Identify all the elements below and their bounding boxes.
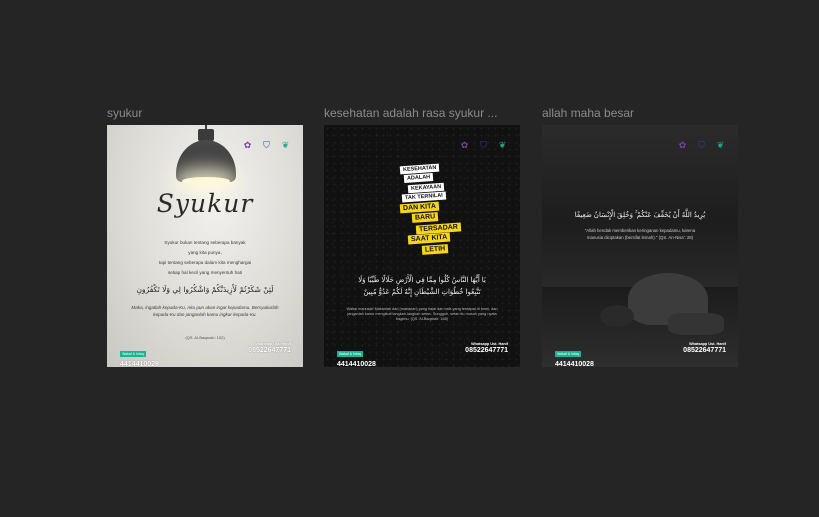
arabic-line: يَا أَيُّهَا النَّاسُ كُلُوا مِمَّا فِي … bbox=[358, 277, 486, 284]
frame-kesehatan[interactable]: kesehatan adalah rasa syukur ... ✿ ⛉ ❦ K… bbox=[324, 106, 520, 367]
frame-title[interactable]: allah maha besar bbox=[542, 106, 738, 120]
label-highlight: DAN KITA bbox=[399, 201, 440, 213]
poster-title: Syukur bbox=[156, 189, 254, 218]
label: ADALAH bbox=[403, 172, 434, 184]
account-block: Wakaf & Infaq 4414410028 bbox=[337, 342, 376, 367]
blue-crest-icon: ⛉ bbox=[698, 139, 705, 150]
frame-title[interactable]: kesehatan adalah rasa syukur ... bbox=[324, 106, 520, 120]
frame-syukur[interactable]: syukur ✿ ⛉ ❦ Syukur Syukur bukan tentang… bbox=[107, 106, 303, 367]
whatsapp-number: 08522647771 bbox=[248, 347, 291, 354]
whatsapp-block: Whatsapp Ust. Hanif 08522647771 bbox=[248, 342, 291, 354]
purple-emblem-icon: ✿ bbox=[460, 139, 469, 150]
whatsapp-number: 08522647771 bbox=[465, 347, 508, 354]
body-line: yang kita punya, bbox=[188, 250, 222, 255]
body-line: Syukur bukan tentang seberapa banyak bbox=[164, 240, 246, 245]
verse-translation: Maka, ingatlah kepada-Ku, Aku pun akan i… bbox=[131, 305, 279, 317]
whatsapp-block: Whatsapp Ust. Hanif 08522647771 bbox=[683, 342, 726, 354]
poster-kesehatan[interactable]: ✿ ⛉ ❦ KESEHATAN ADALAH KEKAYAAN TAK TERN… bbox=[324, 125, 520, 367]
label: TAK TERNILAI bbox=[401, 191, 447, 203]
green-leaf-icon: ❦ bbox=[498, 139, 507, 150]
frame-title[interactable]: syukur bbox=[107, 106, 303, 120]
arabic-verse: يُرِيدُ اللَّهُ أَنْ يُخَفِّفَ عَنْكُمْ … bbox=[574, 212, 706, 219]
label-highlight: LETIH bbox=[421, 243, 449, 255]
green-leaf-icon: ❦ bbox=[281, 139, 290, 150]
badge: Wakaf & Infaq bbox=[120, 351, 146, 357]
account-number: 4414410028 bbox=[555, 361, 594, 367]
whatsapp-block: Whatsapp Ust. Hanif 08522647771 bbox=[465, 342, 508, 354]
whatsapp-label: Whatsapp Ust. Hanif bbox=[471, 342, 508, 346]
verse-reference: (QS. Al-Baqarah: 152) bbox=[185, 335, 225, 340]
whatsapp-number: 08522647771 bbox=[683, 347, 726, 354]
poster-allah-maha-besar[interactable]: ✿ ⛉ ❦ يُرِيدُ اللَّهُ أَنْ يُخَفِّفَ عَن… bbox=[542, 125, 738, 367]
verse-translation: "Allah hendak memberikan keringanan kepa… bbox=[584, 228, 696, 240]
arabic-verse: لَئِنْ شَكَرْتُمْ لَأَزِيدَنَّكُمْ وَاشْ… bbox=[136, 285, 274, 294]
badge: Wakaf & Infaq bbox=[337, 351, 363, 357]
green-leaf-icon: ❦ bbox=[716, 139, 725, 150]
label-highlight: BARU bbox=[411, 212, 439, 223]
arabic-line: تَتَّبِعُوا خُطُوَاتِ الشَّيْطَانِ إِنَّ… bbox=[363, 289, 481, 296]
account-block: Wakaf & Infaq 4414410028 bbox=[555, 342, 594, 367]
label-stack: KESEHATAN ADALAH KEKAYAAN TAK TERNILAI D… bbox=[399, 163, 462, 255]
purple-emblem-icon: ✿ bbox=[678, 139, 687, 150]
praying-person-legs bbox=[668, 313, 724, 335]
account-number: 4414410028 bbox=[120, 361, 159, 367]
logo-group: ✿ ⛉ ❦ bbox=[457, 138, 510, 152]
label: KESEHATAN bbox=[399, 163, 440, 174]
account-block: Wakaf & Infaq 4414410028 bbox=[120, 342, 159, 367]
blue-crest-icon: ⛉ bbox=[480, 139, 487, 150]
lamp-light bbox=[182, 177, 230, 185]
frame-allah-maha-besar[interactable]: allah maha besar ✿ ⛉ ❦ يُرِيدُ اللَّهُ أ… bbox=[542, 106, 738, 367]
whatsapp-label: Whatsapp Ust. Hanif bbox=[689, 342, 726, 346]
arabic-verse: يَا أَيُّهَا النَّاسُ كُلُوا مِمَّا فِي … bbox=[344, 275, 500, 299]
blue-crest-icon: ⛉ bbox=[263, 139, 270, 150]
badge: Wakaf & Infaq bbox=[555, 351, 581, 357]
poster-body: Syukur bukan tentang seberapa banyak yan… bbox=[127, 238, 283, 278]
whatsapp-label: Whatsapp Ust. Hanif bbox=[254, 342, 291, 346]
logo-group: ✿ ⛉ ❦ bbox=[675, 138, 728, 152]
purple-emblem-icon: ✿ bbox=[243, 139, 252, 150]
label-highlight: TERSADAR bbox=[415, 221, 462, 235]
account-number: 4414410028 bbox=[337, 361, 376, 367]
body-line: setiap hal kecil yang menyentuh hati bbox=[167, 270, 243, 275]
body-line: tapi tentang seberapa dalam kita menghar… bbox=[158, 260, 252, 265]
poster-syukur[interactable]: ✿ ⛉ ❦ Syukur Syukur bukan tentang sebera… bbox=[107, 125, 303, 367]
praying-person-head bbox=[600, 305, 634, 327]
lamp-icon bbox=[176, 140, 236, 182]
label-highlight: SAAT KITA bbox=[407, 232, 451, 245]
verse-translation: Wahai manusia! Makanlah dari (makanan) y… bbox=[346, 307, 498, 321]
logo-group: ✿ ⛉ ❦ bbox=[240, 138, 293, 152]
